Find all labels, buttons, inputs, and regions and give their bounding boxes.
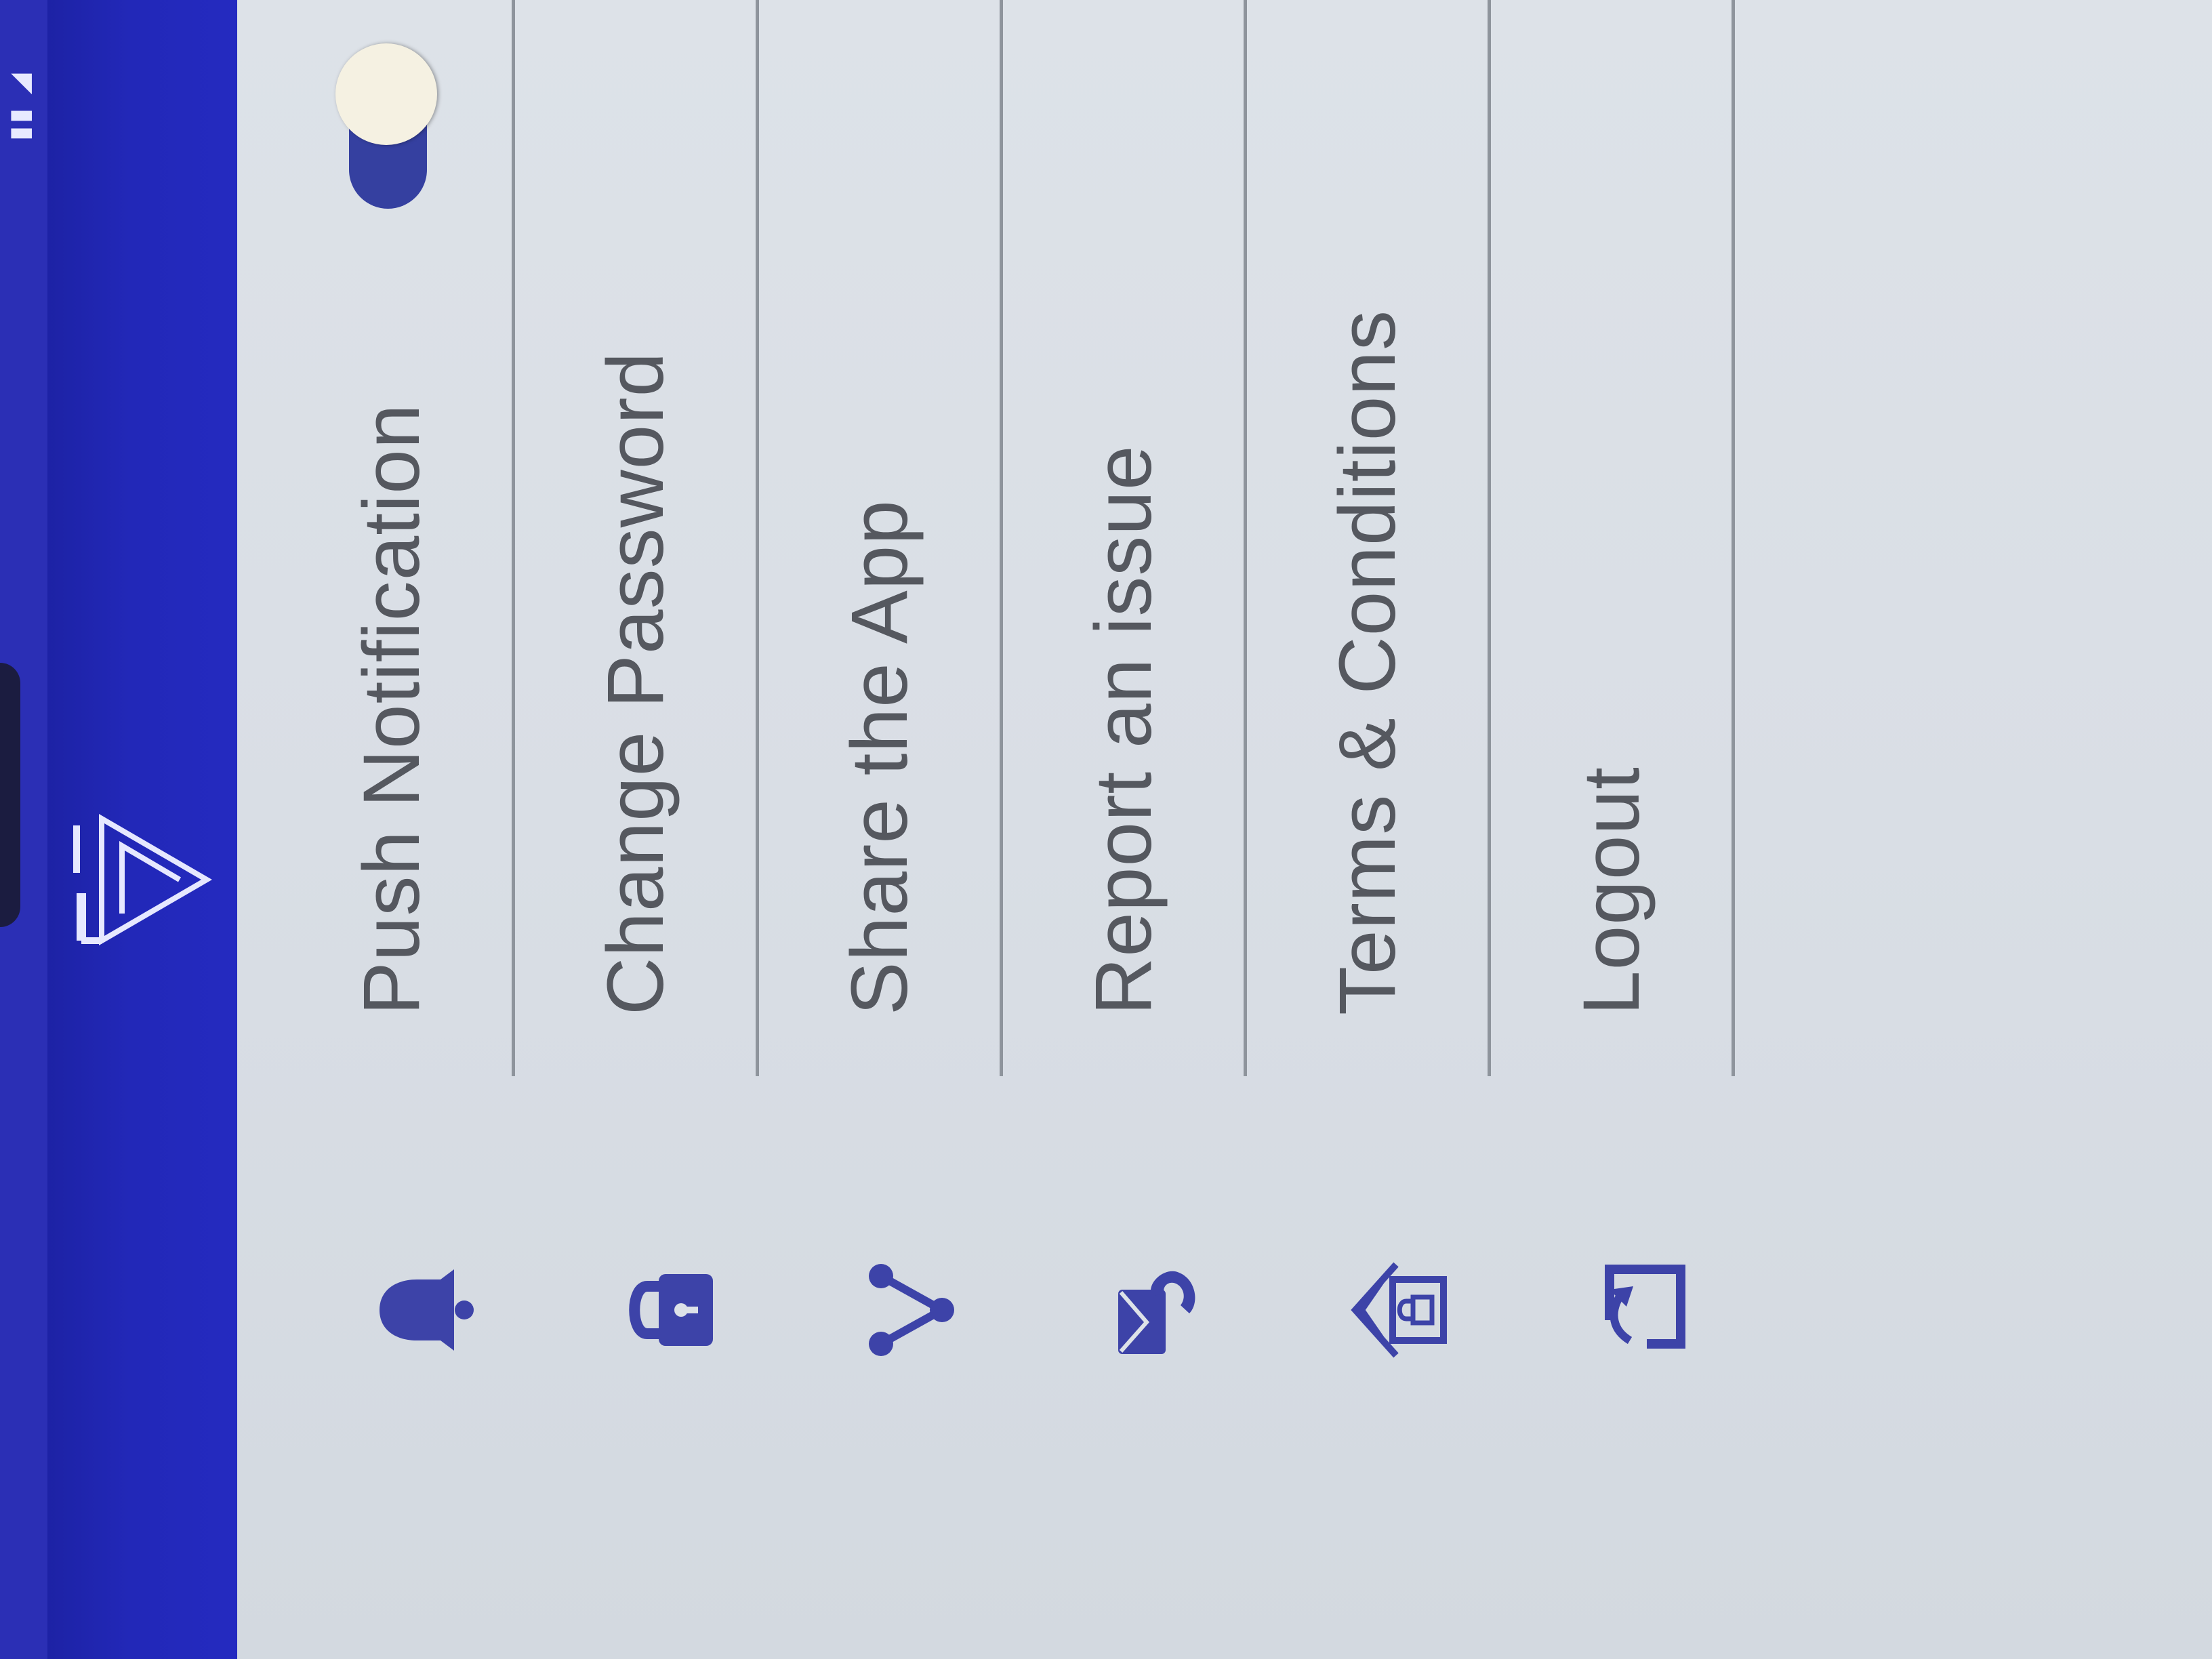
house-lock-icon bbox=[1351, 1262, 1447, 1358]
mail-phone-icon bbox=[1118, 1271, 1195, 1354]
menu-item-terms-conditions[interactable]: Terms & Conditions bbox=[1247, 0, 1491, 1659]
menu-item-label: Logout bbox=[1567, 766, 1656, 1015]
app-logo bbox=[73, 814, 212, 945]
camera-notch bbox=[0, 663, 20, 927]
menu-item-share-app[interactable]: Share the App bbox=[759, 0, 1003, 1659]
status-bar: ▮▮ ◢ bbox=[0, 0, 47, 1659]
status-icons: ▮▮ ◢ bbox=[4, 70, 35, 142]
menu-item-label: Push Notification bbox=[347, 403, 436, 1015]
menu-item-label: Change Password bbox=[591, 351, 680, 1015]
push-notification-toggle[interactable] bbox=[335, 43, 437, 222]
app-header: ▮▮ ◢ bbox=[0, 0, 237, 1659]
menu-item-report-issue[interactable]: Report an issue bbox=[1003, 0, 1247, 1659]
settings-menu: Push Notification Change Password Share … bbox=[271, 0, 1735, 1659]
menu-item-label: Share the App bbox=[835, 499, 924, 1015]
settings-screen: ▮▮ ◢ Push Notification Change Password S… bbox=[0, 0, 2212, 1659]
photo-stage: ▮▮ ◢ Push Notification Change Password S… bbox=[0, 0, 2212, 1659]
toggle-knob bbox=[335, 43, 437, 145]
menu-item-change-password[interactable]: Change Password bbox=[515, 0, 759, 1659]
share-icon bbox=[869, 1264, 954, 1356]
menu-item-push-notification[interactable]: Push Notification bbox=[271, 0, 515, 1659]
logout-icon bbox=[1605, 1265, 1685, 1349]
menu-item-label: Report an issue bbox=[1079, 445, 1168, 1015]
menu-item-logout[interactable]: Logout bbox=[1491, 0, 1735, 1659]
divider bbox=[1732, 0, 1735, 1076]
lock-icon bbox=[629, 1274, 713, 1346]
menu-item-label: Terms & Conditions bbox=[1323, 309, 1412, 1015]
bell-icon bbox=[380, 1269, 474, 1351]
